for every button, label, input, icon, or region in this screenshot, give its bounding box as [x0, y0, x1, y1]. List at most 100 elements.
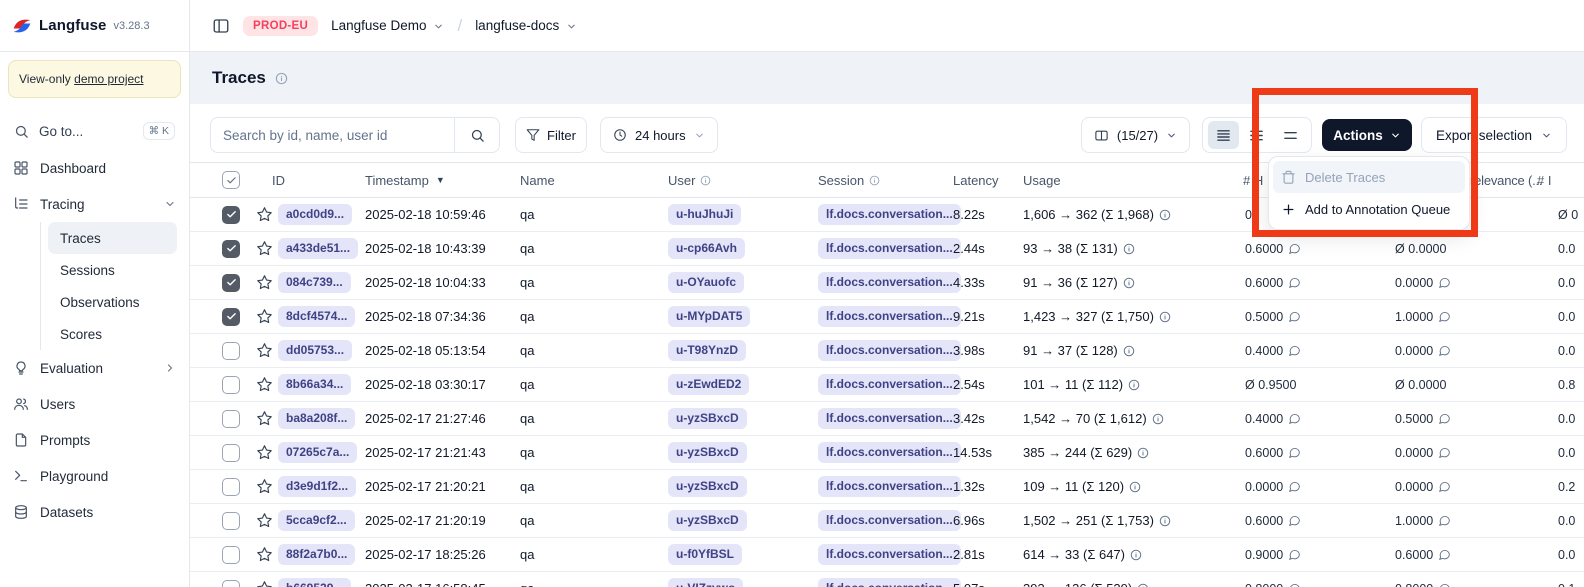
sidebar-item-users[interactable]: Users	[0, 386, 189, 422]
header-usage[interactable]: Usage	[1023, 163, 1061, 197]
sidebar-item-prompts[interactable]: Prompts	[0, 422, 189, 458]
sidebar-item-tracing[interactable]: Tracing	[0, 186, 189, 222]
trace-id-badge[interactable]: dd05753...	[278, 340, 352, 360]
comment-bubble-icon[interactable]	[1288, 242, 1301, 255]
session-badge[interactable]: lf.docs.conversation...	[818, 544, 961, 564]
comment-bubble-icon[interactable]	[1288, 582, 1301, 587]
comment-bubble-icon[interactable]	[1288, 548, 1301, 561]
table-row[interactable]: 084c739... 2025-02-18 10:04:33 qa u-OYau…	[190, 266, 1584, 300]
user-badge[interactable]: u-MYpDAT5	[668, 306, 750, 326]
info-icon[interactable]	[1152, 413, 1164, 425]
table-row[interactable]: 8b66a34... 2025-02-18 03:30:17 qa u-zEwd…	[190, 368, 1584, 402]
trace-id-badge[interactable]: a433de51...	[278, 238, 358, 258]
user-badge[interactable]: u-OYauofc	[668, 272, 744, 292]
info-icon[interactable]	[1137, 583, 1149, 587]
comment-bubble-icon[interactable]	[1438, 310, 1451, 323]
sidebar-item-sessions[interactable]: Sessions	[48, 254, 177, 286]
row-checkbox-checked[interactable]	[222, 240, 240, 258]
header-id[interactable]: ID	[272, 163, 285, 197]
bookmark-star-icon[interactable]	[256, 470, 273, 503]
comment-bubble-icon[interactable]	[1288, 514, 1301, 527]
bookmark-star-icon[interactable]	[256, 300, 273, 333]
comment-bubble-icon[interactable]	[1438, 548, 1451, 561]
info-icon[interactable]	[1129, 481, 1141, 493]
session-badge[interactable]: lf.docs.conversation...	[818, 272, 961, 292]
session-badge[interactable]: lf.docs.conversation...	[818, 510, 961, 530]
filter-button[interactable]: Filter	[515, 117, 587, 153]
info-icon[interactable]	[1130, 549, 1142, 561]
user-badge[interactable]: u-yzSBxcD	[668, 442, 747, 462]
menu-item-delete-traces[interactable]: Delete Traces	[1273, 161, 1465, 193]
row-height-large-button[interactable]	[1275, 121, 1306, 149]
row-checkbox[interactable]	[222, 546, 240, 564]
row-checkbox[interactable]	[222, 512, 240, 530]
time-range-select[interactable]: 24 hours	[600, 117, 718, 153]
session-badge[interactable]: lf.docs.conversation...	[818, 442, 961, 462]
bookmark-star-icon[interactable]	[256, 334, 273, 367]
table-row[interactable]: 88f2a7b0... 2025-02-17 18:25:26 qa u-f0Y…	[190, 538, 1584, 572]
row-checkbox-checked[interactable]	[222, 206, 240, 224]
org-switcher[interactable]: Langfuse Demo	[331, 18, 444, 33]
sidebar-item-scores[interactable]: Scores	[48, 318, 177, 350]
session-badge[interactable]: lf.docs.conversation...	[818, 306, 961, 326]
trace-id-badge[interactable]: 8dcf4574...	[278, 306, 355, 326]
info-icon[interactable]	[1123, 277, 1135, 289]
row-checkbox[interactable]	[222, 444, 240, 462]
row-height-small-button[interactable]	[1208, 121, 1239, 149]
trace-id-badge[interactable]: d3e9d1f2...	[278, 476, 356, 496]
header-timestamp[interactable]: Timestamp ▼	[365, 163, 445, 197]
comment-bubble-icon[interactable]	[1288, 446, 1301, 459]
select-all-checkbox[interactable]	[222, 171, 240, 189]
actions-button[interactable]: Actions	[1322, 119, 1412, 151]
bookmark-star-icon[interactable]	[256, 538, 273, 571]
table-row[interactable]: 8dcf4574... 2025-02-18 07:34:36 qa u-MYp…	[190, 300, 1584, 334]
trace-id-badge[interactable]: 084c739...	[278, 272, 351, 292]
session-badge[interactable]: lf.docs.conversation...	[818, 204, 961, 224]
comment-bubble-icon[interactable]	[1288, 480, 1301, 493]
sidebar-toggle-icon[interactable]	[212, 17, 230, 35]
bookmark-star-icon[interactable]	[256, 232, 273, 265]
session-badge[interactable]: lf.docs.conversation...	[818, 476, 961, 496]
table-row[interactable]: b669529... 2025-02-17 16:58:45 qa u-VIZz…	[190, 572, 1584, 587]
header-score-relevance[interactable]: relevance (...	[1470, 163, 1542, 197]
info-icon[interactable]	[1128, 379, 1140, 391]
user-badge[interactable]: u-f0YfBSL	[668, 544, 742, 564]
bookmark-star-icon[interactable]	[256, 504, 273, 537]
sidebar-item-datasets[interactable]: Datasets	[0, 494, 189, 530]
user-badge[interactable]: u-VIZzvwo	[668, 578, 743, 587]
sidebar-item-traces[interactable]: Traces	[48, 222, 177, 254]
comment-bubble-icon[interactable]	[1438, 446, 1451, 459]
header-latency[interactable]: Latency	[953, 163, 999, 197]
sidebar-item-dashboard[interactable]: Dashboard	[0, 150, 189, 186]
info-icon[interactable]	[1123, 243, 1135, 255]
bookmark-star-icon[interactable]	[256, 266, 273, 299]
comment-bubble-icon[interactable]	[1438, 480, 1451, 493]
menu-item-add-to-annotation-queue[interactable]: Add to Annotation Queue	[1273, 193, 1465, 225]
user-badge[interactable]: u-yzSBxcD	[668, 408, 747, 428]
bookmark-star-icon[interactable]	[256, 402, 273, 435]
trace-id-badge[interactable]: 5cca9cf2...	[278, 510, 355, 530]
bookmark-star-icon[interactable]	[256, 198, 273, 231]
session-badge[interactable]: lf.docs.conversation...	[818, 374, 961, 394]
comment-bubble-icon[interactable]	[1438, 276, 1451, 289]
header-name[interactable]: Name	[520, 163, 555, 197]
comment-bubble-icon[interactable]	[1438, 582, 1451, 587]
session-badge[interactable]: lf.docs.conversation...	[818, 578, 961, 587]
bookmark-star-icon[interactable]	[256, 368, 273, 401]
row-checkbox-checked[interactable]	[222, 308, 240, 326]
search-submit-icon[interactable]	[454, 118, 499, 152]
row-checkbox[interactable]	[222, 580, 240, 587]
info-icon[interactable]	[1159, 209, 1171, 221]
sidebar-item-observations[interactable]: Observations	[48, 286, 177, 318]
trace-id-badge[interactable]: 07265c7a...	[278, 442, 357, 462]
header-score-a[interactable]: # H	[1243, 163, 1263, 197]
table-row[interactable]: 07265c7a... 2025-02-17 21:21:43 qa u-yzS…	[190, 436, 1584, 470]
comment-bubble-icon[interactable]	[1288, 412, 1301, 425]
table-row[interactable]: a433de51... 2025-02-18 10:43:39 qa u-cp6…	[190, 232, 1584, 266]
table-row[interactable]: dd05753... 2025-02-18 05:13:54 qa u-T98Y…	[190, 334, 1584, 368]
table-row[interactable]: ba8a208f... 2025-02-17 21:27:46 qa u-yzS…	[190, 402, 1584, 436]
trace-id-badge[interactable]: 8b66a34...	[278, 374, 351, 394]
header-session[interactable]: Session	[818, 163, 880, 197]
bookmark-star-icon[interactable]	[256, 436, 273, 469]
user-badge[interactable]: u-cp66Avh	[668, 238, 745, 258]
